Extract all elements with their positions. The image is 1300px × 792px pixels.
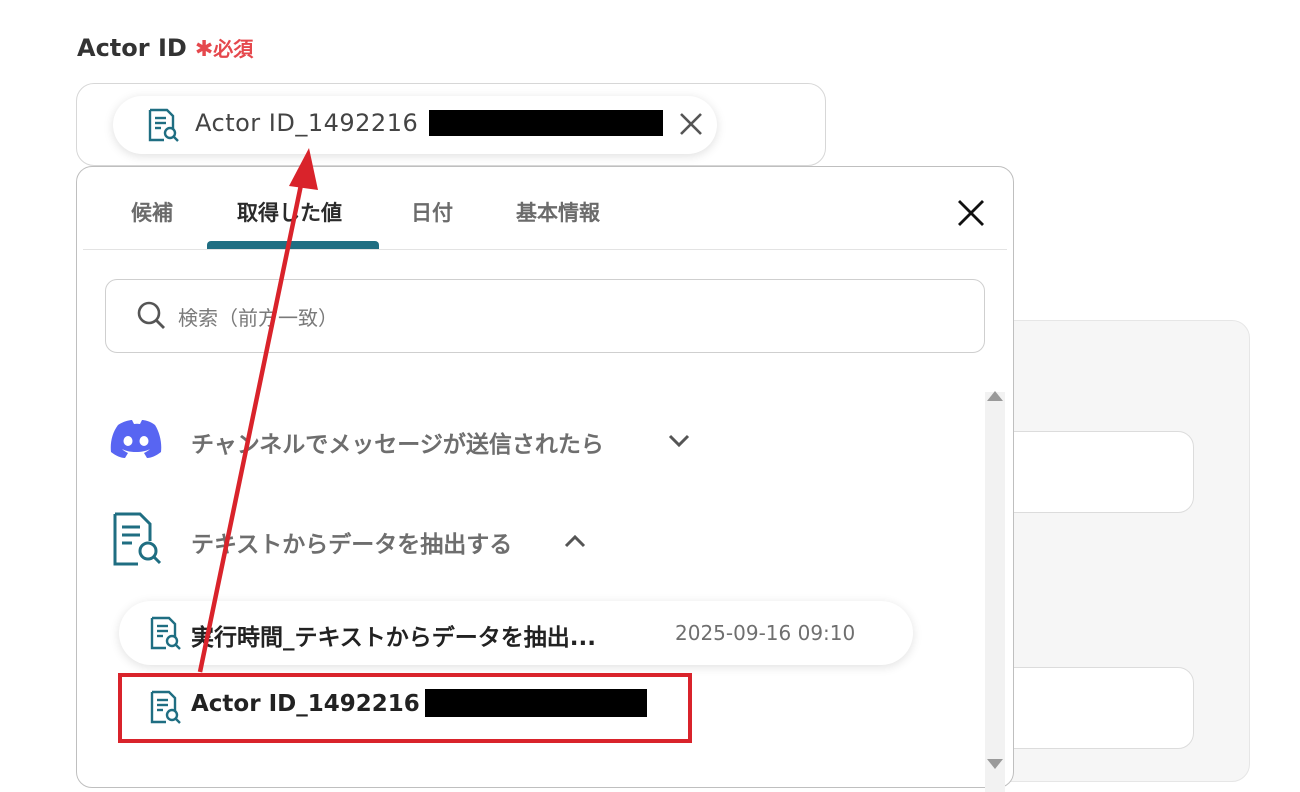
tab-fetched-values[interactable]: 取得した値 bbox=[237, 197, 342, 227]
group-title: テキストからデータを抽出する bbox=[191, 532, 513, 558]
chevron-down-icon[interactable] bbox=[667, 433, 691, 449]
item-title: 実行時間_テキストからデータを抽出... bbox=[191, 625, 597, 651]
search-icon bbox=[137, 301, 165, 329]
tab-bar: 候補 取得した値 日付 基本情報 bbox=[83, 167, 1007, 250]
document-search-icon bbox=[150, 616, 181, 650]
document-search-icon bbox=[148, 108, 179, 142]
group-title: チャンネルでメッセージが送信されたら bbox=[191, 432, 604, 458]
scroll-down-arrow[interactable] bbox=[987, 759, 1003, 769]
discord-icon bbox=[110, 420, 162, 458]
field-label: Actor ID ✱必須 bbox=[77, 33, 253, 62]
value-chip[interactable]: Actor ID_1492216 bbox=[113, 96, 717, 154]
list-item-execution-time[interactable]: 実行時間_テキストからデータを抽出... 2025-09-16 09:10 bbox=[119, 601, 913, 665]
actor-id-input[interactable]: Actor ID_1492216 bbox=[76, 83, 826, 166]
group-discord-trigger[interactable]: チャンネルでメッセージが送信されたら bbox=[107, 409, 727, 469]
field-label-text: Actor ID bbox=[77, 34, 187, 62]
item-timestamp: 2025-09-16 09:10 bbox=[675, 621, 856, 645]
scrollbar[interactable] bbox=[985, 392, 1005, 792]
search-input[interactable]: 検索（前方一致） bbox=[105, 279, 985, 353]
document-search-icon bbox=[113, 512, 162, 566]
required-badge: ✱必須 bbox=[194, 37, 254, 62]
redacted-block bbox=[429, 110, 663, 136]
close-icon[interactable] bbox=[677, 110, 705, 138]
search-placeholder: 検索（前方一致） bbox=[178, 306, 338, 330]
chevron-up-icon[interactable] bbox=[563, 533, 587, 549]
tab-candidates[interactable]: 候補 bbox=[131, 197, 173, 227]
close-icon[interactable] bbox=[955, 197, 987, 229]
tab-date[interactable]: 日付 bbox=[411, 197, 453, 227]
group-extract-text[interactable]: テキストからデータを抽出する bbox=[107, 511, 627, 571]
chip-label: Actor ID_1492216 bbox=[195, 109, 419, 137]
annotation-highlight-box bbox=[118, 673, 692, 743]
active-tab-indicator bbox=[207, 241, 379, 249]
scroll-up-arrow[interactable] bbox=[987, 391, 1003, 401]
tab-basic-info[interactable]: 基本情報 bbox=[516, 197, 600, 227]
